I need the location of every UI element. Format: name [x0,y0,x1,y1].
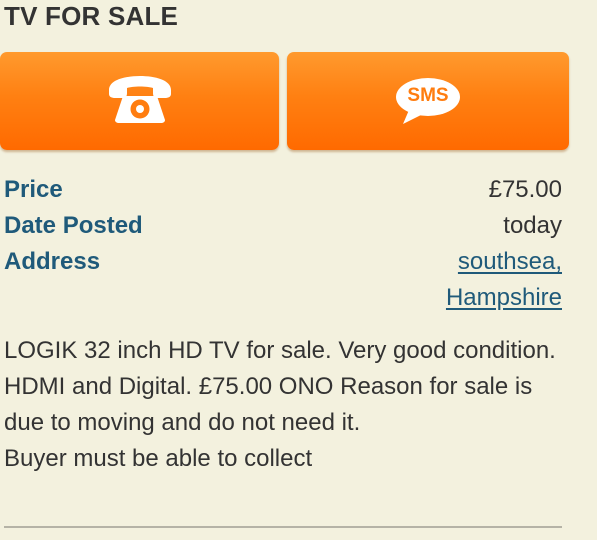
price-row: Price £75.00 [0,172,562,208]
price-value: £75.00 [488,176,562,203]
listing-details: Price £75.00 Date Posted today Address s… [0,172,562,311]
date-posted-label: Date Posted [4,212,143,239]
address-label: Address [4,248,101,275]
address-line-2[interactable]: Hampshire [446,284,562,311]
section-divider [4,526,562,528]
listing-description: LOGIK 32 inch HD TV for sale. Very good … [4,333,564,477]
page-title: TV FOR SALE [4,1,179,31]
description-collect-note: Buyer must be able to collect [4,445,313,472]
date-posted-value: today [503,212,562,239]
price-label: Price [4,176,63,203]
sms-button[interactable]: SMS [287,52,569,150]
listing-page: TV FOR SALE SMS Price £75.00 Date Posted… [0,0,603,540]
telephone-icon [105,74,175,129]
right-edge-strip [597,0,603,540]
call-button[interactable] [0,52,279,150]
address-line-1[interactable]: southsea, [458,248,562,275]
description-text: LOGIK 32 inch HD TV for sale. Very good … [4,337,556,436]
date-posted-row: Date Posted today [0,208,562,244]
sms-label: SMS [407,85,449,106]
sms-speech-bubble-icon: SMS [395,76,461,126]
address-link[interactable]: southsea, Hampshire [362,244,562,316]
